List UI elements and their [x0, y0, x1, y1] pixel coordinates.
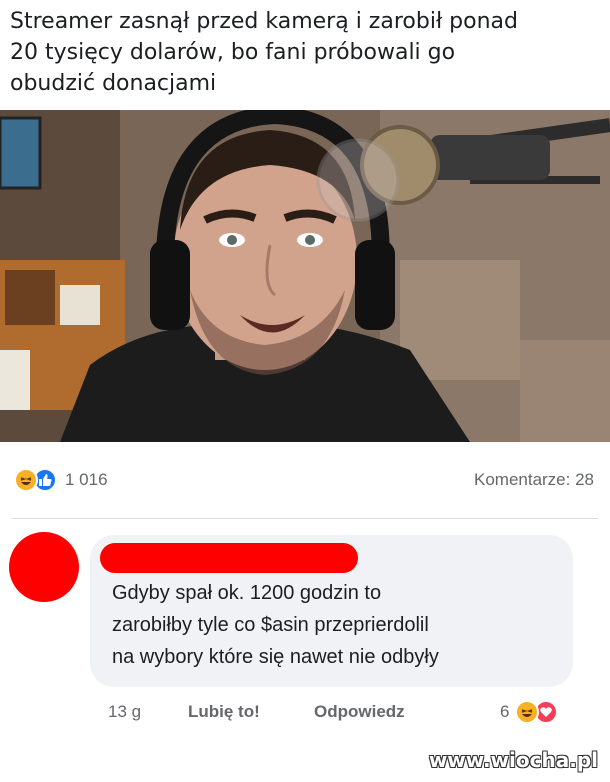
divider: [12, 518, 598, 519]
comment-reactions[interactable]: 6: [500, 700, 559, 724]
comment-reaction-count: 6: [500, 702, 510, 721]
like-thumb-glyph: [39, 474, 52, 486]
comment-actions: 13 g Lubię to! Odpowiedz: [108, 702, 405, 722]
haha-emoji-icon: [14, 468, 38, 492]
commenter-avatar-redacted[interactable]: [9, 532, 79, 602]
post-headline: Streamer zasnął przed kamerą i zarobił p…: [10, 9, 518, 96]
haha-emoji-glyph: [522, 709, 533, 717]
haha-emoji-glyph: [20, 477, 32, 485]
comment-text: Gdyby spał ok. 1200 godzin to zarobiłby …: [112, 582, 439, 668]
streamer-photo-illustration: [0, 110, 610, 442]
comment-like-button[interactable]: Lubię to!: [188, 702, 314, 722]
post-reactions[interactable]: 1 016: [14, 466, 108, 494]
reaction-count: 1 016: [65, 470, 108, 489]
post-photo[interactable]: [0, 110, 610, 442]
commenter-name-redaction[interactable]: [100, 543, 358, 573]
comment-timestamp[interactable]: 13 g: [108, 702, 188, 722]
comment-bubble: Gdyby spał ok. 1200 godzin to zarobiłby …: [90, 535, 573, 687]
comment-reply-button[interactable]: Odpowiedz: [314, 702, 405, 722]
site-watermark: www.wiocha.pl: [428, 748, 598, 772]
haha-emoji-icon: [515, 700, 540, 724]
comments-count-link[interactable]: Komentarze: 28: [474, 470, 594, 490]
heart-glyph: [540, 707, 553, 717]
